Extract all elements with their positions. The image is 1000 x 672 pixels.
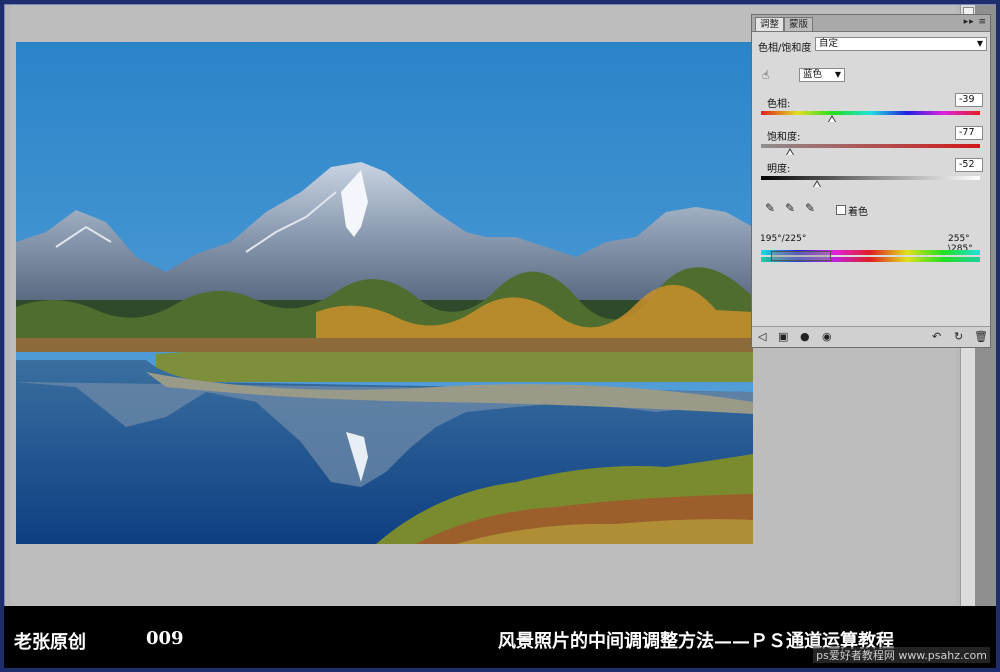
reset-icon[interactable]: ↻ — [954, 331, 963, 342]
landscape-photo — [16, 42, 753, 544]
episode-number: 009 — [146, 628, 184, 649]
tutorial-caption-bar: 老张原创 009 风景照片的中间调调整方法——ＰＳ通道运算教程 ps爱好者教程网… — [4, 606, 996, 668]
hue-value-field[interactable]: -39 — [955, 93, 983, 107]
tab-adjustments[interactable]: 调整 — [755, 17, 785, 31]
lightness-slider-thumb[interactable] — [813, 180, 821, 187]
channel-dropdown[interactable]: 蓝色 ▼ — [799, 68, 845, 82]
preset-value: 自定 — [819, 38, 839, 49]
targeted-adjustment-hand-icon[interactable]: ☝ — [762, 69, 769, 81]
author-credit: 老张原创 — [14, 632, 86, 653]
chevron-down-icon: ▼ — [976, 39, 983, 48]
site-watermark: ps爱好者教程网 www.psahz.com — [813, 647, 990, 663]
adjustment-type-label: 色相/饱和度 — [758, 43, 812, 54]
channel-value: 蓝色 — [803, 69, 823, 80]
saturation-slider-thumb[interactable] — [786, 148, 794, 155]
saturation-label: 饱和度: — [767, 132, 801, 143]
chevron-down-icon: ▼ — [834, 70, 841, 79]
preset-dropdown[interactable]: 自定 ▼ — [815, 37, 987, 51]
lightness-value-field[interactable]: -52 — [955, 158, 983, 172]
back-arrow-icon[interactable]: ◁ — [758, 331, 766, 342]
saturation-value-field[interactable]: -77 — [955, 126, 983, 140]
panel-tab-bar: 调整 蒙版 ▸▸ ≡ — [752, 15, 990, 32]
lightness-label: 明度: — [767, 164, 791, 175]
panel-bottom-toolbar: ◁ ▣ ● ◉ ↶ ↻ 🗑 — [752, 326, 990, 347]
eyedropper-icon[interactable]: ✎ — [765, 202, 775, 214]
adjustments-panel: 调整 蒙版 ▸▸ ≡ 色相/饱和度 自定 ▼ ☝ 蓝色 ▼ 色相: -39 饱和… — [751, 14, 991, 348]
lightness-slider-track[interactable] — [761, 176, 980, 180]
clip-layer-icon[interactable]: ▣ — [778, 331, 788, 342]
hue-slider-thumb[interactable] — [828, 115, 836, 122]
hue-slider-track[interactable] — [761, 111, 980, 115]
eyedropper-minus-icon[interactable]: ✎ — [805, 202, 815, 214]
colorize-checkbox[interactable] — [836, 205, 846, 215]
color-range-selector[interactable] — [771, 251, 831, 261]
hue-label: 色相: — [767, 99, 791, 110]
colorize-label: 着色 — [848, 207, 868, 218]
visibility-circle-icon[interactable]: ● — [800, 331, 810, 342]
eye-icon[interactable]: ◉ — [822, 331, 832, 342]
view-previous-icon[interactable]: ↶ — [932, 331, 941, 342]
range-left-degrees: 195°/225° — [760, 234, 807, 244]
trash-icon[interactable]: 🗑 — [974, 331, 988, 342]
eyedropper-plus-icon[interactable]: ✎ — [785, 202, 795, 214]
tab-masks[interactable]: 蒙版 — [784, 17, 814, 31]
panel-menu-icon[interactable]: ▸▸ ≡ — [964, 17, 987, 27]
